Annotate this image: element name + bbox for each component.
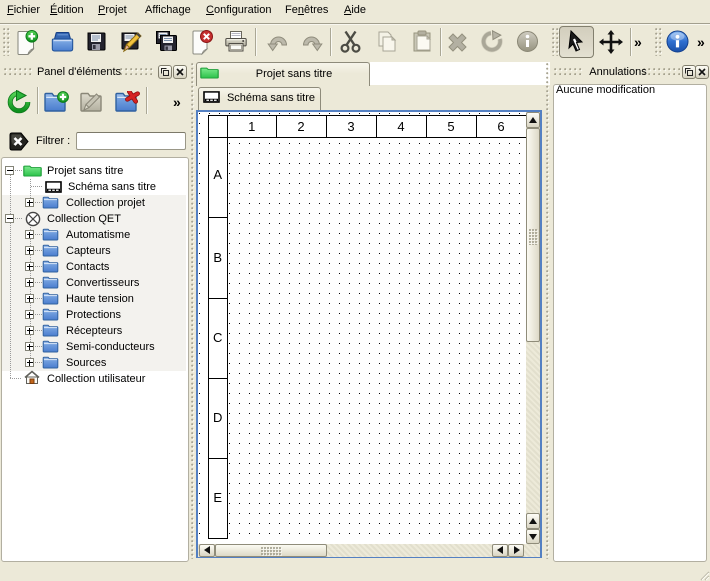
- svg-text:A: A: [213, 167, 222, 182]
- svg-text:B: B: [213, 250, 222, 265]
- svg-text:1: 1: [248, 119, 255, 134]
- svg-text:D: D: [213, 410, 222, 425]
- svg-text:4: 4: [397, 119, 404, 134]
- svg-text:3: 3: [347, 119, 354, 134]
- svg-text:E: E: [213, 490, 222, 505]
- svg-text:6: 6: [497, 119, 504, 134]
- svg-text:C: C: [213, 330, 222, 345]
- svg-text:5: 5: [447, 119, 454, 134]
- svg-text:2: 2: [297, 119, 304, 134]
